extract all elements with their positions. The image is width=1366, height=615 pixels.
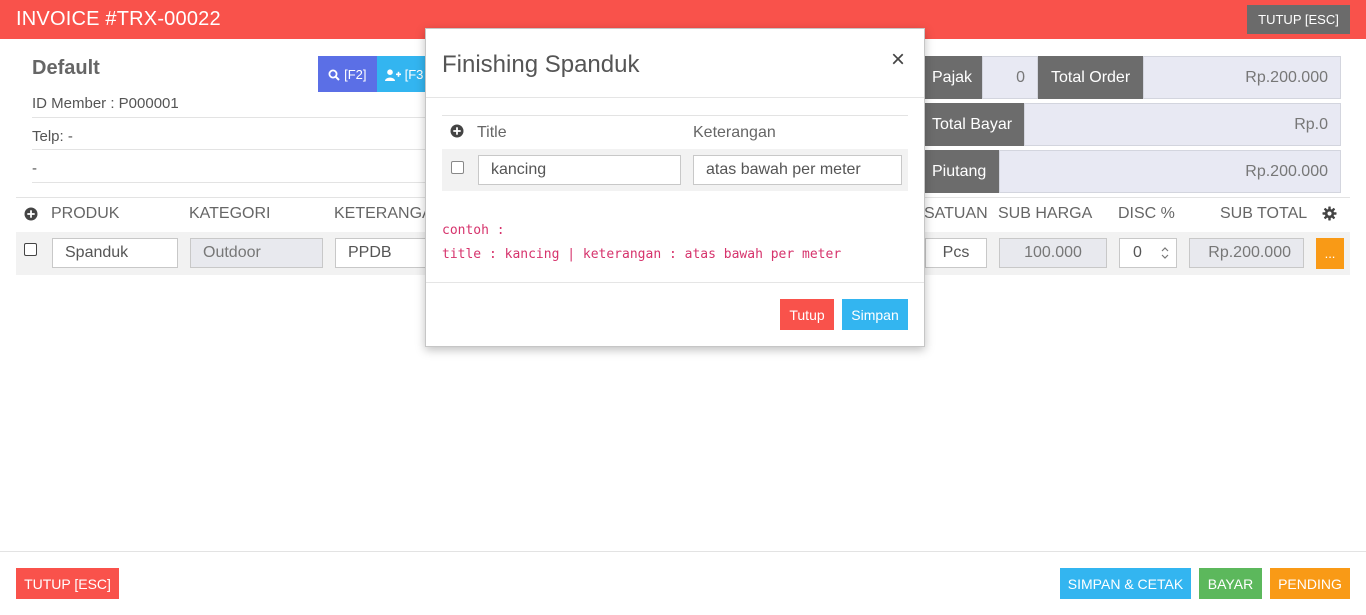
close-invoice-button[interactable]: TUTUP [ESC] [1247,5,1350,34]
col-satuan: SATUAN [924,205,988,222]
piutang-value: Rp.200.000 [999,150,1341,193]
pay-button[interactable]: BAYAR [1199,568,1262,599]
plus-circle-icon[interactable] [24,207,38,221]
footer-divider [0,551,1366,552]
user-plus-icon [385,69,401,82]
finishing-keterangan-input[interactable]: atas bawah per meter [693,155,902,185]
save-print-button[interactable]: SIMPAN & CETAK [1060,568,1191,599]
col-produk: PRODUK [51,205,120,222]
col-keterangan: KETERANGA [334,205,433,222]
pending-button[interactable]: PENDING [1270,568,1350,599]
modal-footer-divider [426,282,924,283]
disc-value: 0 [1133,244,1142,261]
col-disc: DISC % [1118,205,1175,222]
modal-header-divider [426,97,924,98]
piutang-label: Piutang [924,150,999,193]
produk-input[interactable]: Spanduk [52,238,178,268]
pajak-label: Pajak [924,56,982,99]
customer-name: Default [32,57,100,79]
finishing-title-input[interactable]: kancing [478,155,681,185]
spinner-arrows-icon[interactable] [1160,246,1170,260]
plus-circle-icon[interactable] [450,124,464,138]
modal-col-keterangan: Keterangan [693,124,776,141]
member-id: ID Member : P000001 [32,95,179,112]
col-sub-total: SUB TOTAL [1220,205,1308,222]
total-order-value: Rp.200.000 [1143,56,1341,99]
modal-table-top-border [442,115,908,116]
total-bayar-label: Total Bayar [924,103,1024,146]
search-icon [328,69,341,81]
satuan-input[interactable]: Pcs [925,238,987,268]
sub-harga-input: 100.000 [999,238,1107,268]
modal-example-text: title : kancing | keterangan : atas bawa… [442,247,842,262]
total-order-label: Total Order [1038,56,1143,99]
pajak-input[interactable]: 0 [982,56,1038,99]
total-bayar-input[interactable]: Rp.0 [1024,103,1341,146]
search-customer-label: [F2] [344,66,367,82]
modal-title: Finishing Spanduk [442,51,640,78]
row-more-button[interactable]: ... [1316,238,1344,269]
col-kategori: KATEGORI [189,205,271,222]
keterangan-input[interactable]: PPDB [335,238,426,268]
disc-input[interactable]: 0 [1119,238,1177,268]
add-member-label: [F3 [404,66,424,82]
divider [32,149,426,150]
modal-cancel-button[interactable]: Tutup [780,299,834,330]
modal-example-heading: contoh : [442,223,505,238]
footer-close-button[interactable]: TUTUP [ESC] [16,568,119,599]
customer-address: - [32,160,37,177]
gear-icon[interactable] [1322,206,1337,221]
modal-save-button[interactable]: Simpan [842,299,908,330]
divider [32,182,426,183]
kategori-input: Outdoor [190,238,323,268]
invoice-title: INVOICE #TRX-00022 [16,8,221,30]
col-sub-harga: SUB HARGA [998,205,1093,222]
modal-close-icon[interactable]: × [891,46,905,74]
sub-total-input: Rp.200.000 [1189,238,1304,268]
modal-col-title: Title [477,124,507,141]
finishing-modal: Finishing Spanduk × Title Keterangan kan… [425,28,925,347]
row-checkbox[interactable] [24,243,37,256]
customer-phone: Telp: - [32,128,73,145]
divider [32,117,426,118]
search-customer-button[interactable]: [F2] [318,56,377,92]
modal-row-checkbox[interactable] [451,161,464,174]
